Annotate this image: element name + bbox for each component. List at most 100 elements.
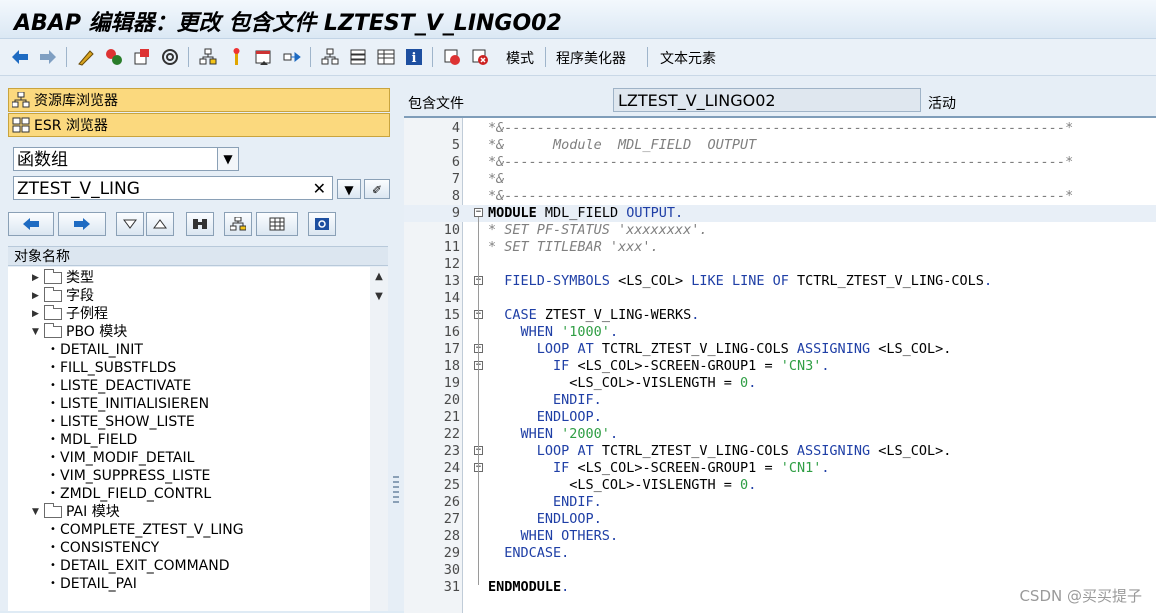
expanded-triangle-icon[interactable]: ▼ (32, 323, 44, 341)
esr-browser-button[interactable]: ESR 浏览器 (8, 113, 390, 137)
code-line[interactable]: 12 (404, 256, 1156, 273)
code-line[interactable]: 20 ENDIF. (404, 392, 1156, 409)
other-object-icon[interactable] (132, 46, 152, 68)
tree-item-node[interactable]: • DETAIL_PAI (50, 575, 137, 593)
tree-item-node[interactable]: • ZMDL_FIELD_CONTRL (50, 485, 211, 503)
line-number: 20 (443, 392, 460, 408)
tree-item-node[interactable]: • COMPLETE_ZTEST_V_LING (50, 521, 244, 539)
tree-scrollbar[interactable]: ▲ ▼ (370, 267, 388, 611)
code-line[interactable]: 15− CASE ZTEST_V_LING-WERKS. (404, 307, 1156, 324)
navigation-window-icon[interactable] (254, 46, 274, 68)
code-line[interactable]: 5 *& Module MDL_FIELD OUTPUT (404, 137, 1156, 154)
line-number: 10 (443, 222, 460, 238)
tree-item-node[interactable]: • DETAIL_INIT (50, 341, 143, 359)
expand-all-button[interactable] (116, 212, 144, 236)
insert-statement-icon[interactable] (376, 46, 396, 68)
code-line[interactable]: 16 WHEN '1000'. (404, 324, 1156, 341)
repository-browser-button[interactable]: 资源库浏览器 (8, 88, 390, 112)
line-number: 9 (451, 205, 460, 221)
display-change-icon[interactable] (76, 46, 96, 68)
tree-item-node[interactable]: • LISTE_INITIALISIEREN (50, 395, 209, 413)
scroll-down-icon[interactable]: ▼ (370, 289, 388, 305)
code-line[interactable]: 8 *&-------------------------------------… (404, 188, 1156, 205)
object-type-select[interactable]: 函数组 ▼ (13, 147, 239, 171)
code-line[interactable]: 28 WHEN OTHERS. (404, 528, 1156, 545)
bullet-icon: • (50, 344, 56, 355)
code-line[interactable]: 23− LOOP AT TCTRL_ZTEST_V_LING-COLS ASSI… (404, 443, 1156, 460)
test-icon[interactable] (470, 46, 490, 68)
code-line[interactable]: 6 *&-------------------------------------… (404, 154, 1156, 171)
line-number: 18 (443, 358, 460, 374)
fold-toggle-icon[interactable]: − (474, 208, 483, 217)
chevron-down-icon[interactable]: ▼ (217, 148, 238, 170)
scroll-up-icon[interactable]: ▲ (370, 269, 388, 285)
tree-item-node[interactable]: • VIM_MODIF_DETAIL (50, 449, 194, 467)
code-line[interactable]: 24− IF <LS_COL>-SCREEN-GROUP1 = 'CN1'. (404, 460, 1156, 477)
collapse-all-button[interactable] (146, 212, 174, 236)
info-icon[interactable]: i (404, 46, 424, 68)
code-line[interactable]: 29 ENDCASE. (404, 545, 1156, 562)
pretty-printer-button[interactable]: 程序美化器 (556, 48, 626, 68)
code-line[interactable]: 18− IF <LS_COL>-SCREEN-GROUP1 = 'CN3'. (404, 358, 1156, 375)
tree-folder-node[interactable]: ▶ 类型 (32, 269, 94, 287)
expanded-triangle-icon[interactable]: ▼ (32, 503, 44, 521)
panel-splitter[interactable] (390, 76, 402, 611)
tree-item-node[interactable]: • LISTE_SHOW_LISTE (50, 413, 195, 431)
text-elements-button[interactable]: 文本元素 (660, 48, 716, 68)
refresh-button[interactable] (308, 212, 336, 236)
display-object-list-icon[interactable] (282, 46, 302, 68)
tree-folder-node[interactable]: ▼ PBO 模块 (32, 323, 127, 341)
tree-back-button[interactable] (8, 212, 54, 236)
active-inactive-icon[interactable] (104, 46, 124, 68)
splitter-grip[interactable] (393, 476, 399, 506)
code-line[interactable]: 10 * SET PF-STATUS 'xxxxxxxx'. (404, 222, 1156, 239)
forward-arrow-icon[interactable] (38, 46, 58, 68)
tree-item-node[interactable]: • LISTE_DEACTIVATE (50, 377, 191, 395)
code-line[interactable]: 11 * SET TITLEBAR 'xxx'. (404, 239, 1156, 256)
pattern-icon[interactable] (320, 46, 340, 68)
tree-item-node[interactable]: • MDL_FIELD (50, 431, 137, 449)
code-line[interactable]: 26 ENDIF. (404, 494, 1156, 511)
tree-item-node[interactable]: • FILL_SUBSTFLDS (50, 359, 176, 377)
code-line[interactable]: 4 *&-------------------------------------… (404, 120, 1156, 137)
tree-forward-button[interactable] (58, 212, 106, 236)
binoculars-button[interactable] (186, 212, 214, 236)
tree-folder-node[interactable]: ▶ 子例程 (32, 305, 108, 323)
breakpoint-icon[interactable] (226, 46, 246, 68)
tree-item-node[interactable]: • VIM_SUPPRESS_LISTE (50, 467, 210, 485)
collapsed-triangle-icon[interactable]: ▶ (32, 269, 44, 287)
display-glasses-icon[interactable]: ✐ (364, 179, 390, 199)
stack-icon[interactable] (348, 46, 368, 68)
code-line[interactable]: 21 ENDLOOP. (404, 409, 1156, 426)
tree-hierarchy-button[interactable] (224, 212, 252, 236)
activate-icon[interactable] (442, 46, 462, 68)
code-line[interactable]: 13− FIELD-SYMBOLS <LS_COL> LIKE LINE OF … (404, 273, 1156, 290)
code-editor[interactable]: 4 *&-------------------------------------… (404, 116, 1156, 613)
code-line[interactable]: 17− LOOP AT TCTRL_ZTEST_V_LING-COLS ASSI… (404, 341, 1156, 358)
code-line[interactable]: 9 − MODULE MDL_FIELD OUTPUT. (404, 205, 1156, 222)
object-type-value: 函数组 (17, 150, 68, 170)
tree-item-node[interactable]: • CONSISTENCY (50, 539, 159, 557)
collapsed-triangle-icon[interactable]: ▶ (32, 305, 44, 323)
code-line[interactable]: 25 <LS_COL>-VISLENGTH = 0. (404, 477, 1156, 494)
dropdown-arrow-button[interactable]: ▼ (337, 179, 361, 199)
object-name-input[interactable]: ZTEST_V_LING ✕ (13, 176, 333, 200)
code-line[interactable]: 30 (404, 562, 1156, 579)
tree-folder-node[interactable]: ▶ 字段 (32, 287, 94, 305)
code-line[interactable]: 22 WHEN '2000'. (404, 426, 1156, 443)
hierarchy-icon[interactable] (198, 46, 218, 68)
code-line[interactable]: 7 *& (404, 171, 1156, 188)
mode-button[interactable]: 模式 (506, 48, 534, 68)
code-line[interactable]: 27 ENDLOOP. (404, 511, 1156, 528)
code-line[interactable]: 19 <LS_COL>-VISLENGTH = 0. (404, 375, 1156, 392)
clear-icon[interactable]: ✕ (313, 177, 326, 201)
back-arrow-icon[interactable] (10, 46, 30, 68)
tree-options-button[interactable] (256, 212, 298, 236)
collapsed-triangle-icon[interactable]: ▶ (32, 287, 44, 305)
tree-item-node[interactable]: • DETAIL_EXIT_COMMAND (50, 557, 230, 575)
code-line[interactable]: 14 (404, 290, 1156, 307)
tree-folder-node[interactable]: ▼ PAI 模块 (32, 503, 120, 521)
hierarchy-icon (12, 92, 30, 108)
where-used-icon[interactable] (160, 46, 180, 68)
title-bar: ABAP 编辑器：更改 包含文件 LZTEST_V_LINGO02 (0, 0, 1156, 39)
